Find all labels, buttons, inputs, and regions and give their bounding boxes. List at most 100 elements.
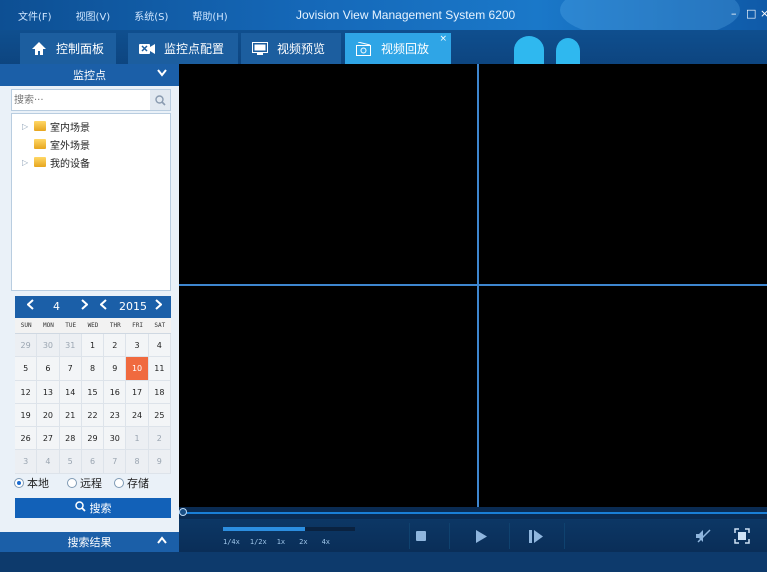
speed-quarter[interactable]: 1/4x (223, 538, 240, 546)
fullscreen-icon[interactable] (732, 526, 752, 546)
calendar-day[interactable]: 29 (81, 427, 105, 451)
calendar-day[interactable]: 23 (104, 403, 127, 428)
minimize-button[interactable]: – (731, 7, 737, 20)
timeline[interactable] (179, 507, 767, 519)
expand-arrow-icon[interactable]: ▷ (22, 122, 32, 131)
calendar-day[interactable]: 12 (15, 380, 38, 404)
search-icon[interactable] (150, 90, 170, 110)
speed-quadruple[interactable]: 4x (322, 538, 330, 546)
chevron-up-icon[interactable] (157, 534, 167, 547)
close-button[interactable]: × (760, 7, 767, 20)
menu-view[interactable]: 视图(V) (64, 8, 123, 23)
speed-labels: 1/4x 1/2x 1x 2x 4x (223, 538, 340, 546)
tab-decoration (514, 36, 544, 64)
speed-half[interactable]: 1/2x (250, 538, 267, 546)
calendar-day[interactable]: 2 (148, 427, 171, 451)
speed-normal[interactable]: 1x (277, 538, 285, 546)
search-results-header[interactable]: 搜索结果 (0, 532, 179, 552)
calendar-day[interactable]: 4 (37, 450, 60, 474)
calendar-day[interactable]: 27 (37, 427, 60, 451)
timeline-handle[interactable] (179, 508, 187, 516)
video-window-1[interactable] (179, 64, 477, 284)
search-button[interactable]: 搜索 (15, 498, 171, 518)
source-local[interactable]: 本地 (14, 475, 49, 491)
menu-help[interactable]: 帮助(H) (180, 8, 239, 23)
tab-video-playback[interactable]: 视频回放 × (345, 33, 451, 64)
calendar-day[interactable]: 9 (148, 450, 171, 474)
chevron-down-icon[interactable] (157, 67, 167, 80)
video-window-3[interactable] (179, 286, 477, 507)
calendar-day[interactable]: 3 (126, 334, 149, 358)
expand-arrow-icon[interactable]: ▷ (22, 158, 32, 167)
calendar-day[interactable]: 18 (148, 380, 171, 404)
calendar-day[interactable]: 2 (104, 334, 127, 358)
search-results-title: 搜索结果 (67, 536, 112, 549)
calendar-day[interactable]: 6 (81, 450, 105, 474)
calendar-day[interactable]: 1 (81, 334, 105, 358)
tree-item-my-devices[interactable]: ▷ 我的设备 (22, 154, 90, 170)
calendar-day[interactable]: 7 (104, 450, 127, 474)
calendar-day-selected[interactable]: 10 (126, 357, 149, 381)
radio-icon[interactable] (114, 478, 124, 488)
menu-file[interactable]: 文件(F) (6, 8, 64, 23)
timeline-track[interactable] (179, 512, 767, 514)
calendar-day[interactable]: 30 (104, 427, 127, 451)
speed-slider[interactable] (223, 527, 355, 531)
calendar-day[interactable]: 22 (81, 403, 105, 428)
calendar-day[interactable]: 8 (126, 450, 149, 474)
calendar-day[interactable]: 4 (148, 334, 171, 358)
tab-monitor-config[interactable]: 监控点配置 (128, 33, 238, 64)
prev-year-button[interactable] (99, 299, 107, 313)
device-search-input[interactable] (14, 92, 146, 108)
menu-system[interactable]: 系统(S) (122, 8, 180, 23)
tree-item-indoor[interactable]: ▷ 室内场景 (22, 118, 90, 134)
video-window-4[interactable] (479, 286, 767, 507)
calendar-day[interactable]: 14 (59, 380, 82, 404)
calendar-day[interactable]: 17 (126, 380, 149, 404)
calendar-day[interactable]: 6 (37, 357, 60, 381)
calendar-day[interactable]: 5 (59, 450, 82, 474)
calendar-day[interactable]: 11 (148, 357, 171, 381)
calendar-day[interactable]: 1 (126, 427, 149, 451)
calendar-day[interactable]: 7 (59, 357, 82, 381)
radio-selected-icon[interactable] (14, 478, 24, 488)
step-forward-icon[interactable] (526, 526, 546, 546)
calendar-day[interactable]: 28 (59, 427, 82, 451)
tab-close-icon[interactable]: × (439, 34, 447, 44)
next-month-button[interactable] (81, 299, 89, 313)
prev-month-button[interactable] (26, 299, 34, 313)
radio-icon[interactable] (67, 478, 77, 488)
source-remote[interactable]: 远程 (67, 475, 102, 491)
stop-icon[interactable] (411, 526, 431, 546)
speed-double[interactable]: 2x (299, 538, 307, 546)
next-year-button[interactable] (155, 299, 163, 313)
mute-icon[interactable] (693, 526, 713, 546)
tab-video-preview[interactable]: 视频预览 (241, 33, 341, 64)
source-storage[interactable]: 存储 (114, 475, 149, 491)
calendar-day[interactable]: 20 (37, 403, 60, 428)
calendar-day[interactable]: 25 (148, 403, 171, 428)
calendar-day[interactable]: 31 (59, 334, 82, 358)
menu-bar: 文件(F) 视图(V) 系统(S) 帮助(H) (6, 0, 240, 30)
calendar-day[interactable]: 19 (15, 403, 38, 428)
title-bar: 文件(F) 视图(V) 系统(S) 帮助(H) Jovision View Ma… (0, 0, 767, 40)
tab-control-panel[interactable]: 控制面板 (20, 33, 116, 64)
calendar-day[interactable]: 15 (81, 380, 105, 404)
calendar-day[interactable]: 9 (104, 357, 127, 381)
video-window-2[interactable] (479, 64, 767, 284)
calendar-day[interactable]: 21 (59, 403, 82, 428)
play-icon[interactable] (471, 526, 491, 546)
calendar-day[interactable]: 8 (81, 357, 105, 381)
monitor-points-header[interactable]: 监控点 (0, 64, 179, 86)
speed-slider-fill (223, 527, 305, 531)
calendar-day[interactable]: 26 (15, 427, 38, 451)
maximize-button[interactable]: □ (746, 7, 756, 20)
calendar-day[interactable]: 30 (37, 334, 60, 358)
tree-item-outdoor[interactable]: 室外场景 (22, 136, 90, 152)
calendar-day[interactable]: 5 (15, 357, 38, 381)
calendar-day[interactable]: 29 (15, 334, 38, 358)
calendar-day[interactable]: 16 (104, 380, 127, 404)
calendar-day[interactable]: 3 (15, 450, 38, 474)
calendar-day[interactable]: 24 (126, 403, 149, 428)
calendar-day[interactable]: 13 (37, 380, 60, 404)
